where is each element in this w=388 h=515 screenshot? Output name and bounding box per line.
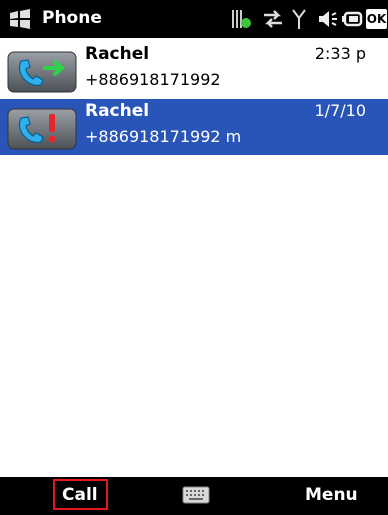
call-softkey[interactable]: Call bbox=[62, 485, 98, 505]
phone-number: +886918171992 bbox=[85, 70, 221, 89]
ok-label: OK bbox=[366, 12, 387, 26]
title-bar: Phone OK bbox=[0, 0, 388, 38]
signal-icon bbox=[292, 9, 306, 29]
speaker-icon[interactable] bbox=[316, 7, 338, 31]
contact-name: Rachel bbox=[85, 44, 150, 64]
battery-icon bbox=[342, 11, 363, 27]
menu-softkey[interactable]: Menu bbox=[305, 485, 358, 505]
app-title: Phone bbox=[42, 8, 102, 28]
call-history-item[interactable]: Rachel +886918171992 2:33 p bbox=[0, 42, 388, 98]
softkey-bar: Call Menu bbox=[0, 477, 388, 515]
data-connection-icon bbox=[232, 10, 251, 28]
call-time: 1/7/10 bbox=[314, 101, 367, 120]
phone-number: +886918171992 m bbox=[85, 127, 242, 146]
contact-name: Rachel bbox=[85, 101, 150, 121]
windows-start-icon[interactable] bbox=[8, 9, 32, 29]
missed-call-icon bbox=[7, 108, 77, 150]
keyboard-icon[interactable] bbox=[182, 486, 210, 504]
sync-arrows-icon bbox=[264, 10, 282, 28]
call-history-item[interactable]: Rachel +886918171992 m 1/7/10 bbox=[0, 99, 388, 155]
outgoing-call-icon bbox=[7, 51, 77, 93]
ok-button[interactable]: OK bbox=[366, 9, 387, 29]
call-time: 2:33 p bbox=[314, 44, 366, 63]
